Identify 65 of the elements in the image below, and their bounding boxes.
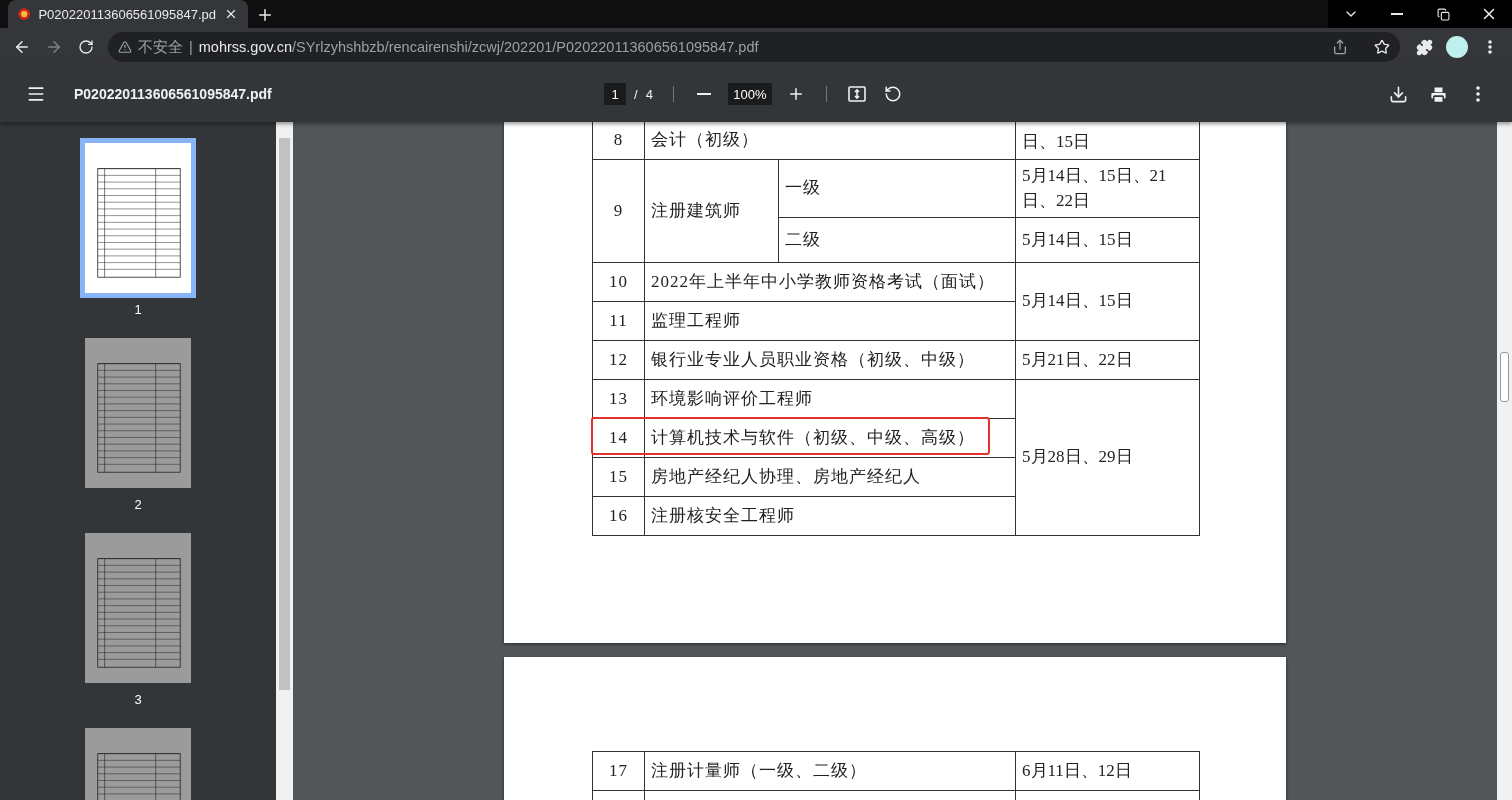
- plus-icon: [256, 6, 274, 24]
- printer-icon: [1428, 84, 1448, 104]
- table-cell: 5月14日、15日: [1015, 262, 1200, 341]
- fit-page-icon: [846, 84, 867, 104]
- table-cell: 银行业专业人员职业资格（初级、中级）: [644, 340, 1016, 380]
- tab-title: P020220113606561095847.pd: [38, 6, 216, 22]
- table-cell: 5月21日、22日: [1015, 340, 1200, 380]
- url-text: mohrss.gov.cn/SYrlzyhshbzb/rencairenshi/zcwj/202201/P020220113606561095847.pdf: [198, 39, 759, 55]
- table-cell: 12: [592, 340, 645, 380]
- star-icon[interactable]: [1374, 39, 1390, 55]
- minus-icon: [696, 93, 711, 95]
- table-cell: 15: [592, 457, 645, 497]
- page-thumbnail[interactable]: [85, 533, 191, 683]
- table-cell: 5月14日、15日: [1015, 217, 1200, 263]
- table-cell: 会计（初级）: [644, 122, 1016, 160]
- table-cell: 注册计量师（一级、二级）: [644, 751, 1016, 791]
- separator-text: |: [189, 39, 193, 55]
- sidebar-scrollbar[interactable]: [276, 122, 293, 800]
- more-icon: [1476, 86, 1480, 102]
- page-number-field[interactable]: 1: [604, 83, 626, 105]
- page-thumbnail[interactable]: [80, 138, 196, 298]
- thumbnail-label: 2: [134, 497, 142, 512]
- close-icon[interactable]: [224, 7, 238, 21]
- table-cell: 17: [592, 751, 645, 791]
- table-cell: 日、15日: [1015, 122, 1200, 160]
- table-cell: 2022年上半年中小学教师资格考试（面试）: [644, 262, 1016, 302]
- table-cell: 8: [592, 122, 645, 160]
- table-cell: 11: [592, 301, 645, 341]
- menu-icon: [26, 84, 46, 104]
- minus-icon: [1391, 13, 1403, 15]
- page-count: 4: [645, 86, 653, 102]
- table-cell: 5月14日、15日、21日、22日: [1015, 159, 1200, 218]
- emblem-icon: [18, 6, 31, 22]
- table-cell: 9: [592, 159, 645, 263]
- table-cell: 5月28日、29日: [1015, 379, 1200, 536]
- thumbnail-label: 3: [134, 692, 142, 707]
- viewer-scrollbar[interactable]: [1497, 122, 1512, 800]
- security-label: 不安全: [138, 37, 183, 57]
- table-cell: 注册建筑师: [644, 159, 779, 263]
- new-tab-button[interactable]: [256, 6, 274, 24]
- table-cell: 13: [592, 379, 645, 419]
- table-cell: 10: [592, 262, 645, 302]
- arrow-right-icon: [45, 38, 63, 56]
- restore-icon: [1436, 7, 1450, 21]
- share-icon[interactable]: [1332, 39, 1348, 55]
- puzzle-icon: [1415, 38, 1433, 56]
- rotate-icon: [883, 85, 902, 103]
- address-field[interactable]: 不安全 | mohrss.gov.cn/SYrlzyhshbzb/rencairenshi/zcwj/202201/P020220113606561095847.pdf: [108, 32, 1400, 62]
- profile-avatar[interactable]: [1446, 36, 1468, 58]
- file-name: P020220113606561095847.pdf: [74, 86, 273, 102]
- download-icon: [1388, 84, 1408, 104]
- more-icon: [1488, 40, 1492, 54]
- table-cell: 16: [592, 496, 645, 536]
- zoom-field[interactable]: 100%: [727, 83, 772, 105]
- browser-tab[interactable]: P020220113606561095847.pd: [8, 0, 248, 28]
- close-button[interactable]: [1466, 0, 1512, 28]
- page-separator: /: [634, 86, 638, 102]
- table-cell: 一级: [778, 159, 1016, 218]
- warning-icon: [118, 40, 132, 54]
- page-thumbnail[interactable]: [85, 338, 191, 488]
- table-cell: 6月11日、12日: [1015, 751, 1200, 791]
- tab-search-button[interactable]: [1328, 0, 1374, 28]
- thumbnail-label: 1: [134, 302, 142, 317]
- reload-icon: [78, 39, 94, 55]
- table-cell: 二级: [778, 217, 1016, 263]
